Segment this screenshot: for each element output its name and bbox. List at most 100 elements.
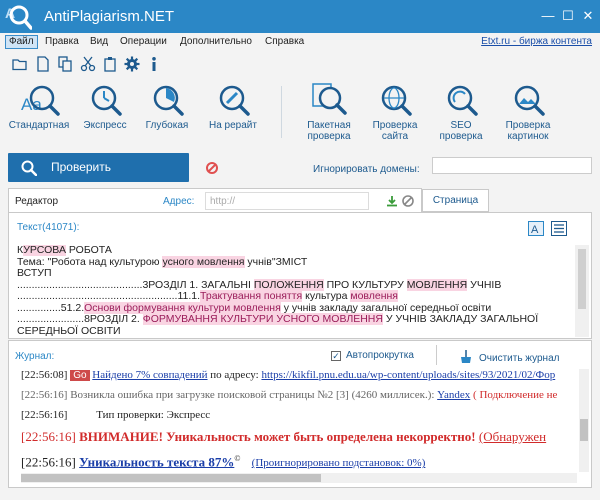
log-time: [22:56:16] [21, 389, 68, 401]
journal-label: Журнал: [15, 351, 55, 362]
journal-vscroll-thumb[interactable] [580, 419, 588, 441]
app-logo-icon: A [5, 5, 32, 30]
menu-file[interactable]: Файл [5, 35, 38, 49]
match-link[interactable]: Найдено 7% совпадений [92, 369, 207, 381]
yandex-link[interactable]: Yandex [437, 389, 470, 401]
clock-search-icon [91, 85, 122, 116]
maximize-button[interactable]: ☐ [558, 6, 578, 26]
log-text: Возникла ошибка при загрузке поисковой с… [67, 389, 438, 401]
express-check-label: Экспресс [83, 120, 127, 131]
seo-check-label-1: SEO [450, 120, 472, 131]
etxt-link[interactable]: Etxt.ru - биржа контента [481, 36, 592, 47]
site-check-label-1: Проверка [372, 120, 418, 131]
menu-operations[interactable]: Операции [117, 35, 170, 49]
address-input[interactable]: http:// [205, 192, 369, 210]
text-segment: СЕРЕДНЬОЇ ОСВІТИ [17, 324, 121, 337]
new-file-icon[interactable] [35, 56, 51, 72]
log-error-text: ( Подключение не [470, 389, 558, 401]
rewrite-check-button[interactable]: На рерайт [203, 82, 263, 131]
tab-editor[interactable]: Редактор Адрес: http:// [8, 188, 422, 213]
text-segment: Тема: "Робота над культурою [17, 255, 163, 268]
info-icon[interactable] [146, 56, 162, 72]
text-segment: у учнів закладу загальної середньої осві… [280, 301, 492, 314]
image-check-button[interactable]: Проверка картинок [496, 82, 560, 142]
journal-hscroll-thumb[interactable] [21, 474, 321, 482]
menu-additional[interactable]: Дополнительно [177, 35, 255, 49]
site-check-button[interactable]: Проверка сайта [364, 82, 426, 142]
download-icon[interactable] [386, 195, 398, 207]
journal-hscrollbar[interactable] [21, 473, 577, 483]
font-icon[interactable]: A [528, 221, 544, 236]
window-title: AntiPlagiarism.NET [44, 8, 175, 25]
journal-header: Журнал: ✓ Автопрокрутка Очистить журнал [9, 341, 591, 369]
text-segment: УЧНІВ [467, 278, 502, 291]
ignore-domains-input[interactable] [432, 157, 592, 174]
matched-text: усного мовлення [162, 255, 245, 268]
paste-icon[interactable] [102, 56, 118, 72]
batch-check-button[interactable]: Пакетная проверка [298, 82, 360, 142]
menu-help[interactable]: Справка [262, 35, 307, 49]
check-bar: Проверить уникальность Игнорировать доме… [0, 147, 600, 203]
ignored-substitutions-link[interactable]: (Проигнорировано подстановок: 0%) [252, 457, 426, 469]
broom-icon [461, 350, 471, 363]
editor-text[interactable]: КУРСОВА РОБОТА Тема: "Робота над культуро… [17, 245, 565, 337]
seo-check-button[interactable]: SEO проверка [430, 82, 492, 142]
detected-link[interactable]: (Обнаружен [479, 429, 546, 444]
ignore-domains-label: Игнорировать домены: [313, 164, 420, 175]
go-button[interactable]: Go [70, 370, 90, 381]
journal-log: [22:56:08] Go Найдено 7% совпадений по а… [21, 369, 577, 472]
list-view-icon[interactable] [551, 221, 567, 236]
menu-edit[interactable]: Правка [42, 35, 82, 49]
cut-icon[interactable] [80, 56, 96, 72]
check-uniqueness-button[interactable]: Проверить уникальность [8, 153, 189, 203]
journal-panel: Журнал: ✓ Автопрокрутка Очистить журнал [… [8, 340, 592, 488]
minimize-button[interactable]: — [538, 6, 558, 26]
autoscroll-checkbox[interactable]: ✓ Автопрокрутка [331, 350, 414, 361]
matched-text: ПОЛОЖЕННЯ [253, 278, 324, 291]
source-url-link[interactable]: https://kikfil.pnu.edu.ua/wp-content/upl… [261, 369, 555, 381]
standard-check-button[interactable]: Aa Стандартная [6, 82, 72, 131]
clear-journal-button[interactable]: Очистить журнал [459, 350, 559, 364]
settings-icon[interactable] [124, 56, 140, 72]
editor-scrollbar[interactable] [575, 245, 589, 337]
text-segment: культура [302, 290, 351, 302]
log-entry: [22:56:16] ВНИМАНИЕ! Уникальность может … [21, 429, 577, 444]
log-entry: [22:56:16] Возникла ошибка при загрузке … [21, 389, 577, 402]
batch-check-label-2: проверка [307, 131, 351, 142]
standard-check-label: Стандартная [8, 120, 70, 131]
clear-address-icon[interactable] [402, 195, 414, 207]
matched-text: мовлення [350, 290, 398, 302]
folder-open-icon[interactable] [12, 56, 28, 72]
log-text: по адресу: [207, 369, 262, 381]
deep-check-label: Глубокая [145, 120, 189, 131]
editor-line: Тема: "Робота над культурою усного мовле… [17, 255, 565, 269]
stop-icon[interactable] [206, 162, 218, 174]
matched-text: МОВЛЕННЯ [406, 278, 468, 291]
deep-check-button[interactable]: Глубокая [140, 82, 194, 131]
rewrite-check-label: На рерайт [209, 120, 257, 131]
text-segment: ...............51.2. [17, 301, 85, 314]
log-text: Тип проверки: Экспресс [96, 409, 211, 421]
uniqueness-result[interactable]: Уникальность текста 87% [79, 454, 234, 469]
text-segment: РОБОТА [65, 245, 112, 256]
matched-text: ФОРМУВАННЯ КУЛЬТУРИ УСНОГО МОВЛЕННЯ [142, 313, 383, 325]
image-check-label-2: картинок [507, 131, 549, 142]
menu-view[interactable]: Вид [87, 35, 111, 49]
matched-text: УРСОВА [23, 245, 66, 256]
journal-vscrollbar[interactable] [579, 369, 589, 472]
matched-text: Трактування поняття [200, 290, 303, 302]
ribbon: Aa Стандартная Экспресс Глубокая На рера… [0, 78, 600, 145]
timer-search-icon [153, 85, 184, 116]
close-button[interactable]: ✕ [578, 6, 598, 26]
clear-journal-label: Очистить журнал [479, 353, 560, 364]
globe-search-icon [381, 85, 412, 116]
copyright-mark: © [234, 454, 241, 463]
log-time: [22:56:16] [21, 429, 76, 444]
text-length-label: Текст(41071): [17, 222, 80, 233]
menu-bar: Файл Правка Вид Операции Дополнительно С… [0, 33, 600, 51]
copy-icon[interactable] [57, 56, 73, 72]
editor-scroll-thumb[interactable] [578, 249, 586, 309]
express-check-button[interactable]: Экспресс [78, 82, 132, 131]
tab-page[interactable]: Страница [422, 189, 489, 212]
image-search-icon [514, 85, 545, 116]
